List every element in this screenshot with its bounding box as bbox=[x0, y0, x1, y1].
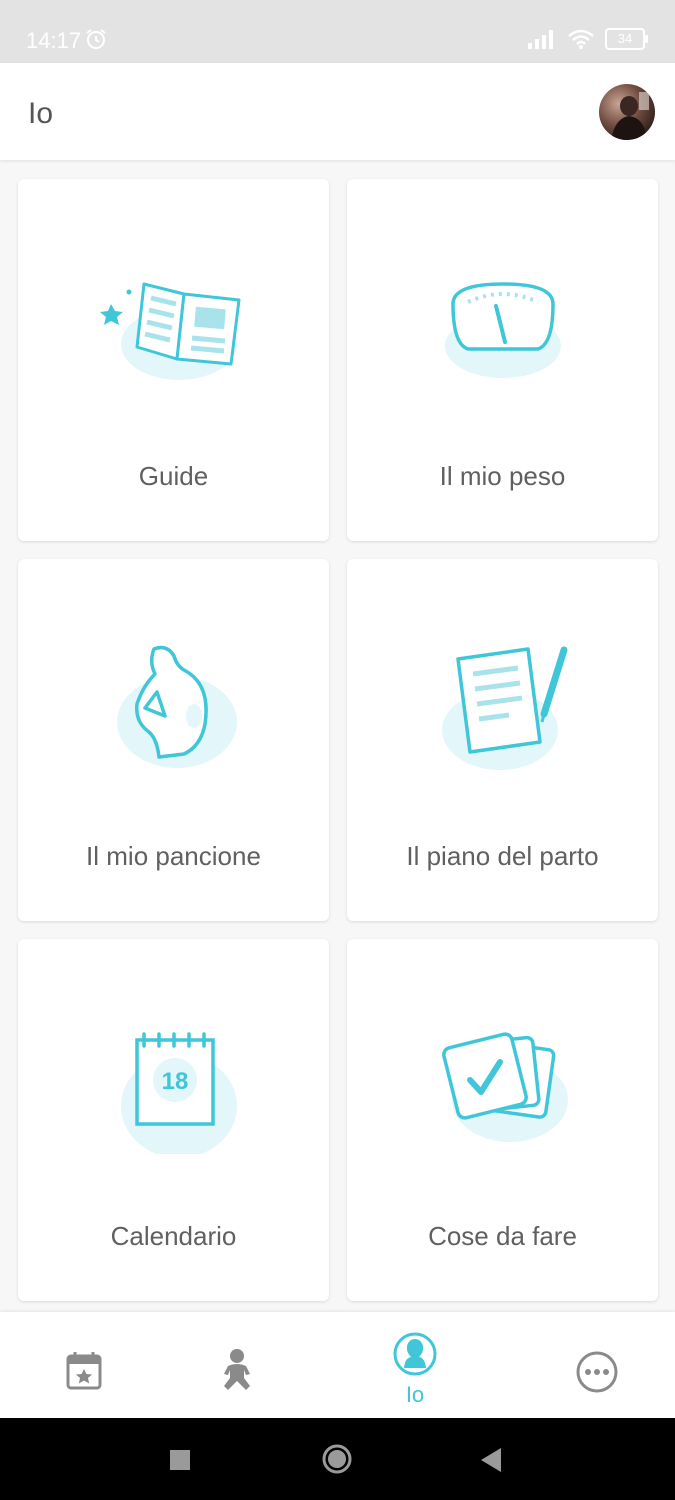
nav-more[interactable] bbox=[513, 1312, 675, 1418]
feature-grid: Guide Il mio peso Il mio pancione Il pia… bbox=[18, 179, 658, 1301]
alarm-icon bbox=[86, 29, 106, 49]
card-todo[interactable]: Cose da fare bbox=[347, 939, 658, 1301]
status-bar: 14:17 34 bbox=[0, 0, 675, 63]
card-guide[interactable]: Guide bbox=[18, 179, 329, 541]
back-button[interactable] bbox=[481, 1448, 503, 1472]
more-icon bbox=[576, 1351, 618, 1393]
card-label: Guide bbox=[138, 461, 209, 491]
wifi-icon bbox=[568, 29, 594, 49]
card-label: Calendario bbox=[110, 1221, 237, 1251]
card-label: Il mio pancione bbox=[86, 841, 261, 871]
system-navigation-bar bbox=[0, 1418, 675, 1500]
birth-plan-icon bbox=[441, 646, 567, 770]
nav-io[interactable]: Io bbox=[331, 1312, 499, 1418]
app-header: Io bbox=[0, 63, 675, 160]
nav-calendar[interactable] bbox=[0, 1312, 168, 1418]
status-time: 14:17 bbox=[26, 28, 82, 53]
mother-profile-icon bbox=[393, 1332, 437, 1376]
status-indicators: 34 bbox=[527, 28, 648, 50]
todo-cards-icon bbox=[441, 1032, 568, 1142]
card-label: Il mio peso bbox=[439, 461, 566, 491]
book-icon bbox=[99, 282, 240, 380]
card-label: Cose da fare bbox=[428, 1221, 577, 1251]
battery-level: 34 bbox=[617, 31, 633, 46]
page-title: Io bbox=[28, 97, 54, 130]
calendar-star-icon bbox=[66, 1352, 102, 1390]
battery-icon: 34 bbox=[605, 28, 648, 50]
card-birth-plan[interactable]: Il piano del parto bbox=[347, 559, 658, 921]
avatar[interactable] bbox=[599, 84, 655, 140]
signal-icon bbox=[528, 30, 553, 49]
card-weight[interactable]: Il mio peso bbox=[347, 179, 658, 541]
baby-icon bbox=[224, 1349, 250, 1390]
bottom-nav: Io bbox=[0, 1312, 675, 1418]
avatar-photo bbox=[611, 92, 649, 140]
nav-baby[interactable] bbox=[153, 1312, 321, 1418]
card-label: Il piano del parto bbox=[406, 841, 599, 871]
card-belly[interactable]: Il mio pancione bbox=[18, 559, 329, 921]
scale-icon bbox=[444, 282, 561, 378]
nav-label: Io bbox=[405, 1382, 425, 1407]
calendar-date: 18 bbox=[161, 1068, 188, 1095]
recents-button[interactable] bbox=[170, 1450, 190, 1470]
home-button[interactable] bbox=[321, 1443, 353, 1475]
belly-icon bbox=[116, 645, 237, 768]
card-calendar[interactable]: 18 Calendario bbox=[18, 939, 329, 1301]
calendar-icon: 18 bbox=[120, 1032, 237, 1154]
